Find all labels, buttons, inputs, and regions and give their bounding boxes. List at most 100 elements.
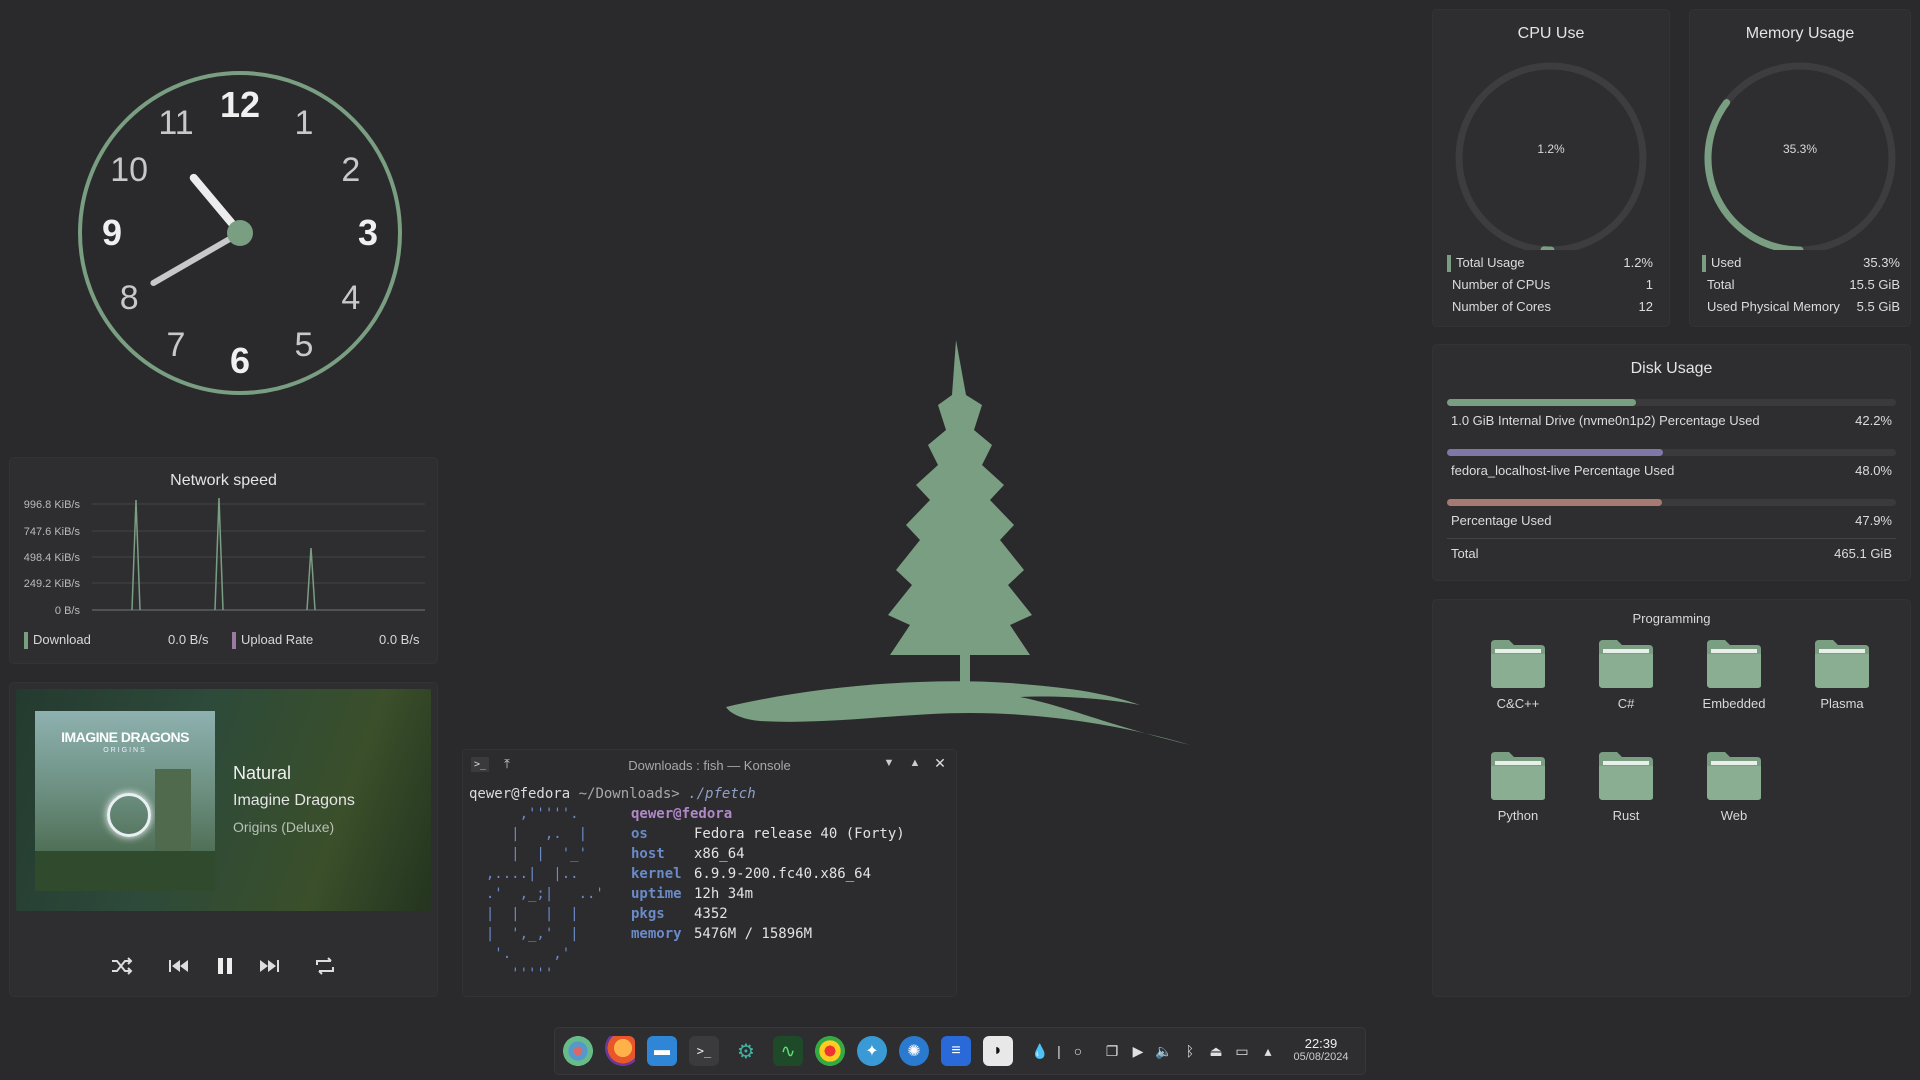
clock-face: 12 12 3 45 6 78 9 10 11 [78, 71, 402, 395]
bluetooth-icon[interactable]: ᛒ [1179, 1040, 1201, 1062]
memory-stat-value: 5.5 GiB [1856, 299, 1900, 314]
clipboard-icon[interactable]: ❐ [1101, 1040, 1123, 1062]
folder-plasma[interactable]: Plasma [1787, 638, 1897, 711]
eject-icon[interactable]: ⏏ [1205, 1040, 1227, 1062]
track-album: Origins (Deluxe) [233, 819, 335, 835]
folder-label: Embedded [1702, 696, 1766, 711]
album-art-title: IMAGINE DRAGONS [61, 729, 189, 745]
maximize-button[interactable]: ▲ [907, 757, 923, 773]
pfetch-row: uptime 12h 34m [631, 884, 905, 904]
folder-label: Python [1497, 808, 1539, 823]
cpu-stat-label: Number of CPUs [1447, 277, 1550, 292]
minute-hand [150, 230, 243, 286]
upload-color [232, 632, 236, 650]
clock-number: 11 [158, 104, 193, 142]
pfetch-value: Fedora release 40 (Forty) [694, 826, 905, 842]
pfetch-info: qewer@fedora os Fedora release 40 (Forty)… [631, 804, 905, 944]
memory-stat-value: 15.5 GiB [1849, 277, 1900, 292]
disk-usage-bar [1447, 449, 1896, 456]
firefox-icon[interactable] [605, 1036, 635, 1066]
folder-c-c-[interactable]: C&C++ [1463, 638, 1573, 711]
display-icon[interactable]: ▭ [1231, 1040, 1253, 1062]
memory-stat-row: Used Physical Memory 5.5 GiB [1702, 299, 1900, 314]
folder-web[interactable]: Web [1679, 750, 1789, 823]
shuffle-button[interactable] [110, 955, 134, 977]
memory-stat-text: Used [1711, 255, 1742, 270]
upload-legend: Upload Rate [232, 632, 314, 650]
cpu-stat-row: Number of CPUs 1 [1447, 277, 1653, 292]
cpu-gauge-label: 1.2% [1537, 142, 1565, 156]
discover-icon[interactable]: ✺ [899, 1036, 929, 1066]
folder-python[interactable]: Python [1463, 750, 1573, 823]
clock-number: 2 [341, 151, 360, 189]
terminal-output[interactable]: qewer@fedora ~/Downloads> ./pfetch ,''''… [469, 784, 950, 982]
disk-total-row: Total 465.1 GiB [1451, 546, 1892, 561]
minimize-button[interactable]: ▼ [881, 757, 897, 773]
download-label: Download [33, 632, 91, 647]
next-button[interactable] [257, 955, 281, 977]
prompt-user: qewer@fedora [469, 786, 571, 802]
kde-connect-icon[interactable]: ✦ [857, 1036, 887, 1066]
pfetch-row: host x86_64 [631, 844, 905, 864]
cpu-stat-row: Total Usage 1.2% [1447, 255, 1653, 273]
disk-row: fedora_localhost-live Percentage Used 48.… [1451, 463, 1892, 478]
taskbar-date: 05/08/2024 [1293, 1051, 1349, 1063]
tray-expand-icon[interactable]: ▴ [1257, 1040, 1279, 1062]
disk-value: 47.9% [1855, 513, 1892, 528]
network-speed-widget: Network speed 996.8 KiB/s 747.6 KiB/s 498.… [10, 458, 437, 663]
close-button[interactable]: ✕ [932, 755, 948, 771]
y-tick-label: 0 B/s [55, 605, 81, 616]
system-settings-icon[interactable]: ⚙ [731, 1036, 761, 1066]
inkscape-icon[interactable]: ◗ [983, 1036, 1013, 1066]
cpu-stat-value: 12 [1638, 299, 1653, 314]
disk-value: 42.2% [1855, 413, 1892, 428]
tree-wallpaper [720, 335, 1200, 745]
folder-label: Plasma [1820, 696, 1864, 711]
volume-icon[interactable]: 🔈 [1153, 1040, 1175, 1062]
analog-clock: 12 1 2 3 4 5 6 7 8 9 10 11 [75, 68, 405, 398]
disk-usage-icon[interactable] [815, 1036, 845, 1066]
clock-number: 12 [220, 84, 260, 125]
pfetch-row: os Fedora release 40 (Forty) [631, 824, 905, 844]
disk-row: Percentage Used 47.9% [1451, 513, 1892, 528]
taskbar-clock[interactable]: 22:39 05/08/2024 [1283, 1036, 1359, 1063]
taskbar-time: 22:39 [1304, 1036, 1338, 1051]
upload-label: Upload Rate [241, 632, 314, 647]
album-art: IMAGINE DRAGONS ORIGINS [35, 711, 215, 891]
app-launcher-icon[interactable] [563, 1036, 593, 1066]
circle-icon[interactable]: ○ [1067, 1040, 1089, 1062]
konsole-window[interactable]: >_ ⤒ Downloads : fish — Konsole ▼ ▲ ✕ qe… [463, 750, 956, 996]
clock-number: 1 [295, 104, 314, 142]
pfetch-value: 6.9.9-200.fc40.x86_64 [694, 866, 872, 882]
disk-label: 1.0 GiB Internal Drive (nvme0n1p2) Perce… [1451, 413, 1760, 428]
prompt-path: ~/Downloads> [578, 786, 680, 802]
memory-stat-text: Total [1707, 277, 1735, 292]
folder-icon [1815, 640, 1869, 688]
memory-title: Memory Usage [1745, 25, 1855, 42]
folder-view-title: Programming [1632, 611, 1711, 626]
folder-rust[interactable]: Rust [1571, 750, 1681, 823]
memory-stat-label: Used Physical Memory [1702, 299, 1840, 314]
disk-usage-fill [1447, 449, 1663, 456]
pause-button[interactable] [213, 955, 237, 977]
clock-number: 7 [167, 326, 186, 364]
konsole-task-icon[interactable]: >_ [689, 1036, 719, 1066]
previous-button[interactable] [167, 955, 191, 977]
folder-embedded[interactable]: Embedded [1679, 638, 1789, 711]
shuffle-icon [112, 957, 133, 975]
konsole-titlebar[interactable]: >_ ⤒ Downloads : fish — Konsole ▼ ▲ ✕ [463, 750, 956, 780]
download-spike [131, 499, 141, 611]
folder-icon [1491, 640, 1545, 688]
media-play-icon[interactable]: ▶ [1127, 1040, 1149, 1062]
disk-divider [1447, 538, 1896, 539]
clock-number: 6 [230, 340, 250, 381]
system-monitor-icon[interactable]: ∿ [773, 1036, 803, 1066]
repeat-button[interactable] [313, 955, 337, 977]
track-title: Natural [233, 763, 292, 783]
upload-value: 0.0 B/s [379, 632, 420, 647]
folder-c-[interactable]: C# [1571, 638, 1681, 711]
file-manager-icon[interactable]: ▬ [647, 1036, 677, 1066]
folder-label: Web [1720, 808, 1748, 823]
pfetch-key: pkgs [631, 906, 665, 922]
writer-icon[interactable]: ≡ [941, 1036, 971, 1066]
